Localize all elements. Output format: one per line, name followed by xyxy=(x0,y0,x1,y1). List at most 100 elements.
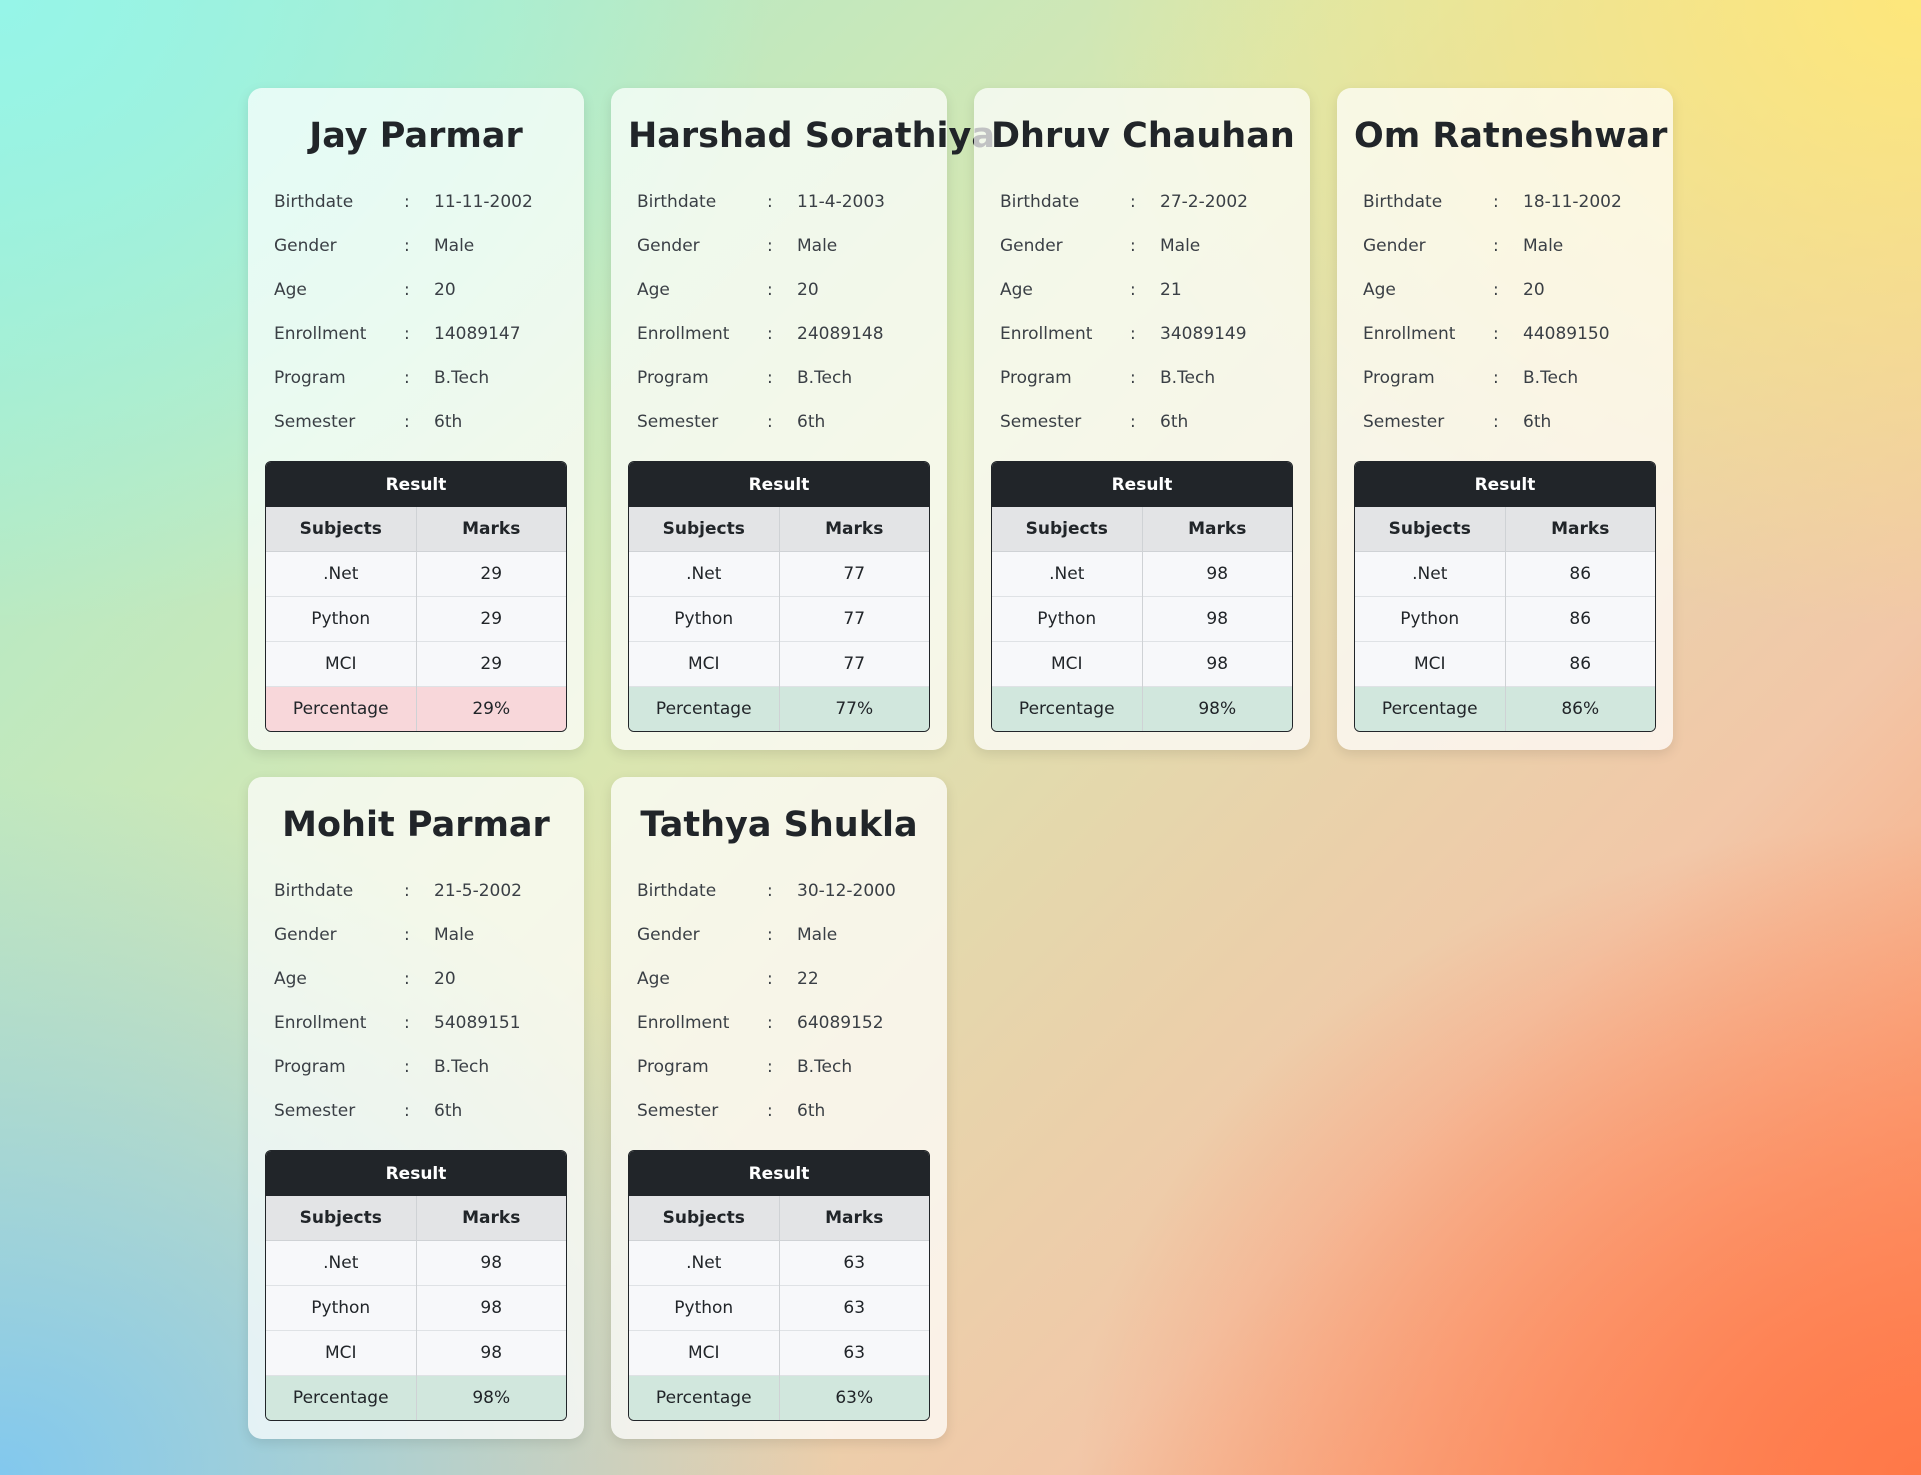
gender-label: Gender xyxy=(274,925,337,945)
semester-value: 6th xyxy=(434,1101,463,1121)
enrollment-label: Enrollment xyxy=(1363,324,1456,344)
gender-label: Gender xyxy=(637,236,700,256)
percentage-label: Percentage xyxy=(266,686,417,731)
enrollment-row: Enrollment : 64089152 xyxy=(628,1001,930,1045)
student-name: Tathya Shukla xyxy=(640,805,918,845)
enrollment-label: Enrollment xyxy=(274,1013,367,1033)
subject-name: Python xyxy=(266,596,417,642)
separator: : xyxy=(1130,368,1136,388)
program-label: Program xyxy=(274,1057,346,1077)
result-title: Result xyxy=(1355,462,1655,507)
student-card: Tathya Shukla Birthdate : 30-12-2000 Gen… xyxy=(611,777,947,1439)
table-row: MCI 86 xyxy=(1355,641,1655,687)
birthdate-row: Birthdate : 27-2-2002 xyxy=(991,180,1293,224)
birthdate-row: Birthdate : 30-12-2000 xyxy=(628,869,930,913)
separator: : xyxy=(767,925,773,945)
result-title: Result xyxy=(266,1151,566,1196)
separator: : xyxy=(1130,324,1136,344)
gender-value: Male xyxy=(1523,236,1564,256)
subject-marks: 29 xyxy=(416,641,566,687)
subjects-header: Subjects xyxy=(266,507,417,552)
separator: : xyxy=(767,280,773,300)
age-label: Age xyxy=(274,280,307,300)
student-card: Jay Parmar Birthdate : 11-11-2002 Gender… xyxy=(248,88,584,750)
column-header-row: Subjects Marks xyxy=(266,1196,566,1241)
program-label: Program xyxy=(1363,368,1435,388)
percentage-value: 86% xyxy=(1505,686,1655,731)
enrollment-label: Enrollment xyxy=(274,324,367,344)
separator: : xyxy=(1493,280,1499,300)
marks-header: Marks xyxy=(1505,507,1655,552)
marks-table: Result Subjects Marks .Net 63 Python 63 … xyxy=(629,1151,929,1420)
student-name: Dhruv Chauhan xyxy=(991,116,1295,156)
separator: : xyxy=(404,925,410,945)
result-table: Result Subjects Marks .Net 63 Python 63 … xyxy=(628,1150,930,1421)
student-name: Mohit Parmar xyxy=(282,805,550,845)
semester-value: 6th xyxy=(797,412,826,432)
separator: : xyxy=(1493,412,1499,432)
subject-name: MCI xyxy=(1355,641,1506,687)
percentage-row: Percentage 29% xyxy=(266,686,566,731)
separator: : xyxy=(767,1013,773,1033)
gender-label: Gender xyxy=(637,925,700,945)
enrollment-value: 44089150 xyxy=(1523,324,1610,344)
subject-name: .Net xyxy=(266,1240,417,1286)
separator: : xyxy=(404,236,410,256)
subject-marks: 29 xyxy=(416,551,566,597)
age-label: Age xyxy=(274,969,307,989)
percentage-value: 98% xyxy=(1142,686,1292,731)
percentage-row: Percentage 98% xyxy=(266,1375,566,1420)
student-card-grid: Jay Parmar Birthdate : 11-11-2002 Gender… xyxy=(248,88,1673,1439)
separator: : xyxy=(404,881,410,901)
percentage-label: Percentage xyxy=(629,686,780,731)
subject-marks: 77 xyxy=(779,596,929,642)
birthdate-row: Birthdate : 11-4-2003 xyxy=(628,180,930,224)
age-value: 20 xyxy=(434,280,456,300)
percentage-row: Percentage 77% xyxy=(629,686,929,731)
result-header-row: Result xyxy=(629,1151,929,1196)
semester-label: Semester xyxy=(274,412,356,432)
percentage-label: Percentage xyxy=(266,1375,417,1420)
separator: : xyxy=(1493,368,1499,388)
separator: : xyxy=(1493,192,1499,212)
table-row: Python 98 xyxy=(266,1285,566,1331)
program-row: Program : B.Tech xyxy=(265,1045,567,1089)
separator: : xyxy=(767,368,773,388)
subject-marks: 98 xyxy=(1142,596,1292,642)
table-row: MCI 77 xyxy=(629,641,929,687)
age-value: 20 xyxy=(434,969,456,989)
gender-row: Gender : Male xyxy=(991,224,1293,268)
percentage-label: Percentage xyxy=(1355,686,1506,731)
separator: : xyxy=(1130,412,1136,432)
enrollment-row: Enrollment : 54089151 xyxy=(265,1001,567,1045)
column-header-row: Subjects Marks xyxy=(1355,507,1655,552)
marks-table: Result Subjects Marks .Net 86 Python 86 … xyxy=(1355,462,1655,731)
program-label: Program xyxy=(1000,368,1072,388)
subject-marks: 29 xyxy=(416,596,566,642)
birthdate-label: Birthdate xyxy=(637,192,717,212)
birthdate-value: 21-5-2002 xyxy=(434,881,522,901)
marks-header: Marks xyxy=(416,1196,566,1241)
result-header-row: Result xyxy=(266,462,566,507)
table-row: MCI 98 xyxy=(266,1330,566,1376)
gender-label: Gender xyxy=(274,236,337,256)
subject-marks: 98 xyxy=(416,1240,566,1286)
subject-name: .Net xyxy=(992,551,1143,597)
subject-marks: 86 xyxy=(1505,551,1655,597)
student-card: Mohit Parmar Birthdate : 21-5-2002 Gende… xyxy=(248,777,584,1439)
subject-name: .Net xyxy=(1355,551,1506,597)
separator: : xyxy=(1493,236,1499,256)
result-title: Result xyxy=(992,462,1292,507)
age-label: Age xyxy=(637,280,670,300)
gender-row: Gender : Male xyxy=(265,913,567,957)
semester-label: Semester xyxy=(637,412,719,432)
result-title: Result xyxy=(629,462,929,507)
subjects-header: Subjects xyxy=(629,1196,780,1241)
subject-name: MCI xyxy=(629,641,780,687)
birthdate-value: 18-11-2002 xyxy=(1523,192,1622,212)
age-value: 20 xyxy=(797,280,819,300)
program-label: Program xyxy=(637,368,709,388)
program-row: Program : B.Tech xyxy=(265,356,567,400)
age-row: Age : 22 xyxy=(628,957,930,1001)
subject-marks: 98 xyxy=(1142,551,1292,597)
